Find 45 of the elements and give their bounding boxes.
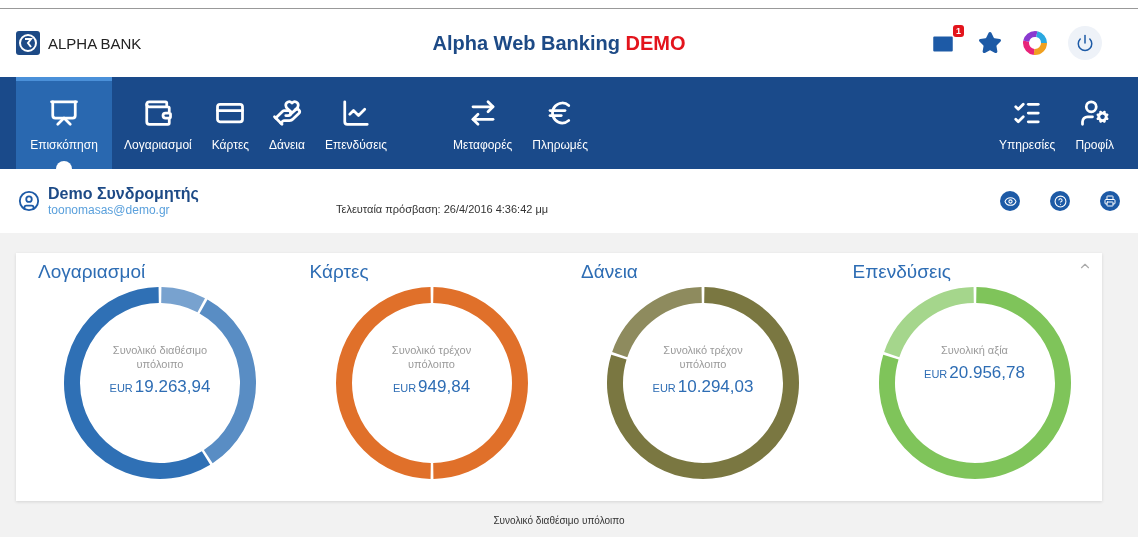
bank-name: ALPHA BANK: [48, 34, 142, 52]
nav-tab[interactable]: Δάνεια: [261, 77, 313, 169]
nav-tab[interactable]: Επενδύσεις: [316, 77, 396, 169]
color-ring-icon[interactable]: [1022, 30, 1048, 56]
logout-button[interactable]: [1068, 26, 1102, 60]
card-title: Επενδύσεις: [852, 261, 952, 283]
balance-label: Συνολικό τρέχον υπόλοιπο: [390, 343, 473, 371]
view-button[interactable]: [1000, 191, 1020, 211]
bank-logo-icon: [16, 31, 40, 55]
power-icon: [1076, 34, 1094, 52]
tab-pointer: [56, 161, 72, 169]
nav-tab[interactable]: Λογαριασμοί: [116, 77, 200, 169]
user-name: Demo Συνδρομητής: [48, 185, 200, 203]
user-icon: [18, 190, 40, 212]
card-title: Λογαριασμοί: [38, 261, 147, 283]
help-icon: [1053, 194, 1067, 208]
user-gear-icon: [1079, 98, 1110, 128]
favorites-button[interactable]: [978, 31, 1002, 55]
unread-count: 1: [953, 25, 964, 37]
card-title: Δάνεια: [581, 261, 639, 283]
printer-icon: [1104, 195, 1116, 207]
last-login: Τελευταία πρόσβαση: 26/4/2016 4:36:42 μμ: [336, 203, 550, 215]
help-button[interactable]: [1050, 191, 1070, 211]
card-title: Κάρτες: [309, 261, 370, 283]
nav-tab[interactable]: Προφίλ: [1067, 77, 1122, 169]
print-button[interactable]: [1100, 191, 1120, 211]
nav-tab[interactable]: Υπηρεσίες: [991, 77, 1064, 169]
balance-amount: EUR 10.294,03: [652, 377, 754, 397]
balance-label: Συνολική αξία: [940, 343, 1009, 357]
chart-caption: Συνολικό διαθέσιμο υπόλοιπο: [493, 515, 625, 526]
balance-amount: EUR 949,84: [392, 377, 471, 397]
nav-tab[interactable]: Πληρωμές: [524, 77, 596, 169]
nav-tab[interactable]: Επισκόπηση: [16, 77, 112, 169]
star-icon: [978, 31, 1002, 55]
eye-icon: [1003, 194, 1017, 208]
wallet-icon: [142, 98, 173, 128]
nav-tab[interactable]: Κάρτες: [203, 77, 258, 169]
nav-tab[interactable]: Μεταφορές: [445, 77, 521, 169]
balance-label: Συνολικό διαθέσιμο υπόλοιπο: [111, 343, 209, 371]
app-title: Alpha Web Banking DEMO: [431, 31, 687, 55]
balance-label: Συνολικό τρέχον υπόλοιπο: [662, 343, 744, 371]
balance-amount: EUR 20.956,78: [924, 363, 1025, 383]
monitor-icon: [49, 98, 79, 128]
line-chart-icon: [341, 98, 371, 128]
balance-amount: EUR 19.263,94: [109, 377, 211, 397]
